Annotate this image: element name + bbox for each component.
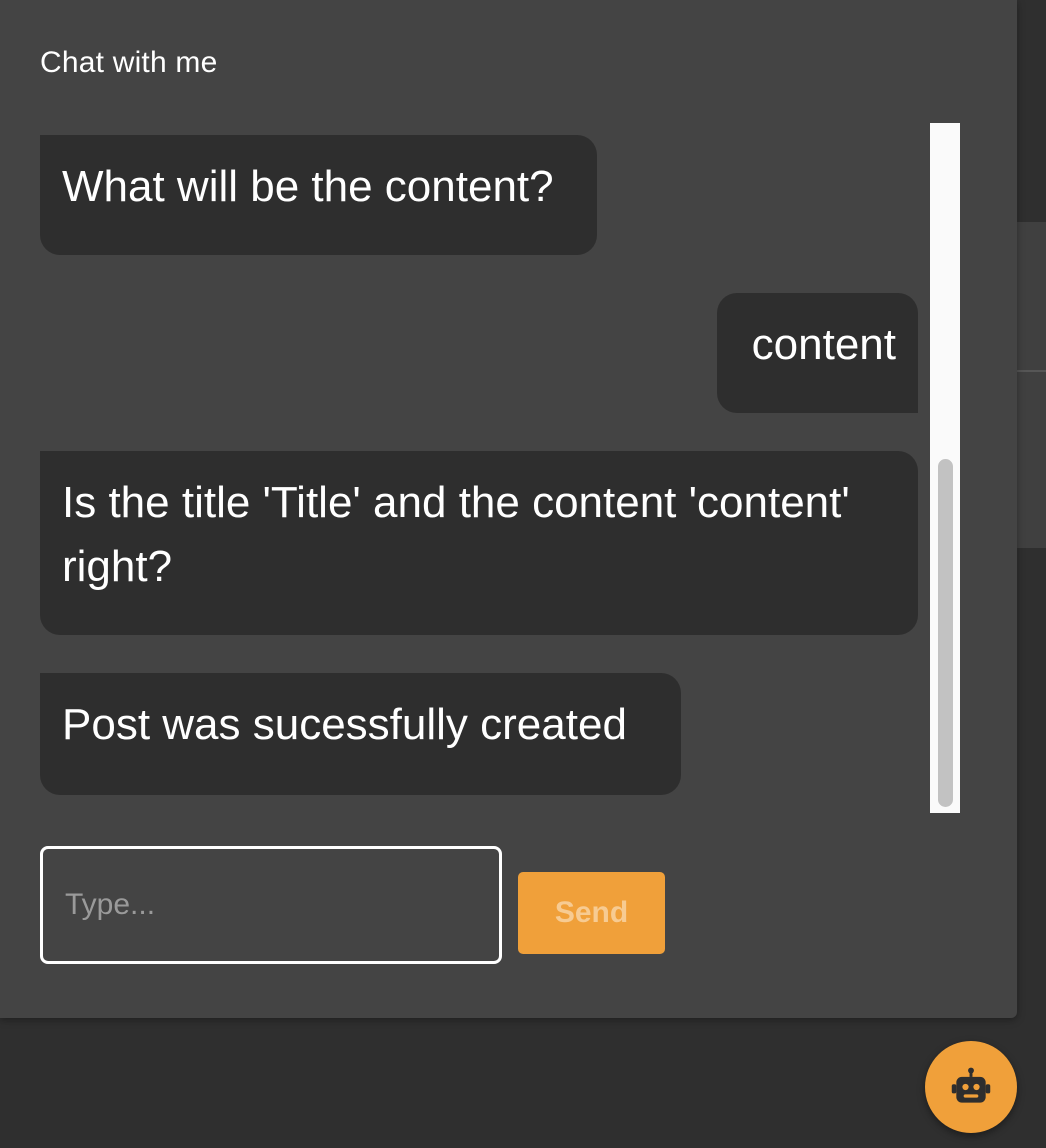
chat-title: Chat with me [40,46,218,79]
background-card [1017,222,1046,548]
background-card-divider [1017,370,1046,372]
send-button[interactable]: Send [518,872,665,954]
bot-message: Is the title 'Title' and the content 'co… [40,451,918,635]
messages-list[interactable]: What will be the content? content Is the… [40,123,960,813]
user-message: content [717,293,918,413]
bot-message: What will be the content? [40,135,597,255]
message-input[interactable] [40,846,502,964]
bot-message: Post was sucessfully created [40,673,681,795]
messages-scrollbar[interactable] [930,123,960,813]
scrollbar-thumb[interactable] [938,459,953,807]
chatbot-toggle-button[interactable] [925,1041,1017,1133]
robot-icon [951,1067,991,1103]
chat-panel: Chat with me What will be the content? c… [0,0,1017,1018]
background-divider [1017,206,1046,222]
